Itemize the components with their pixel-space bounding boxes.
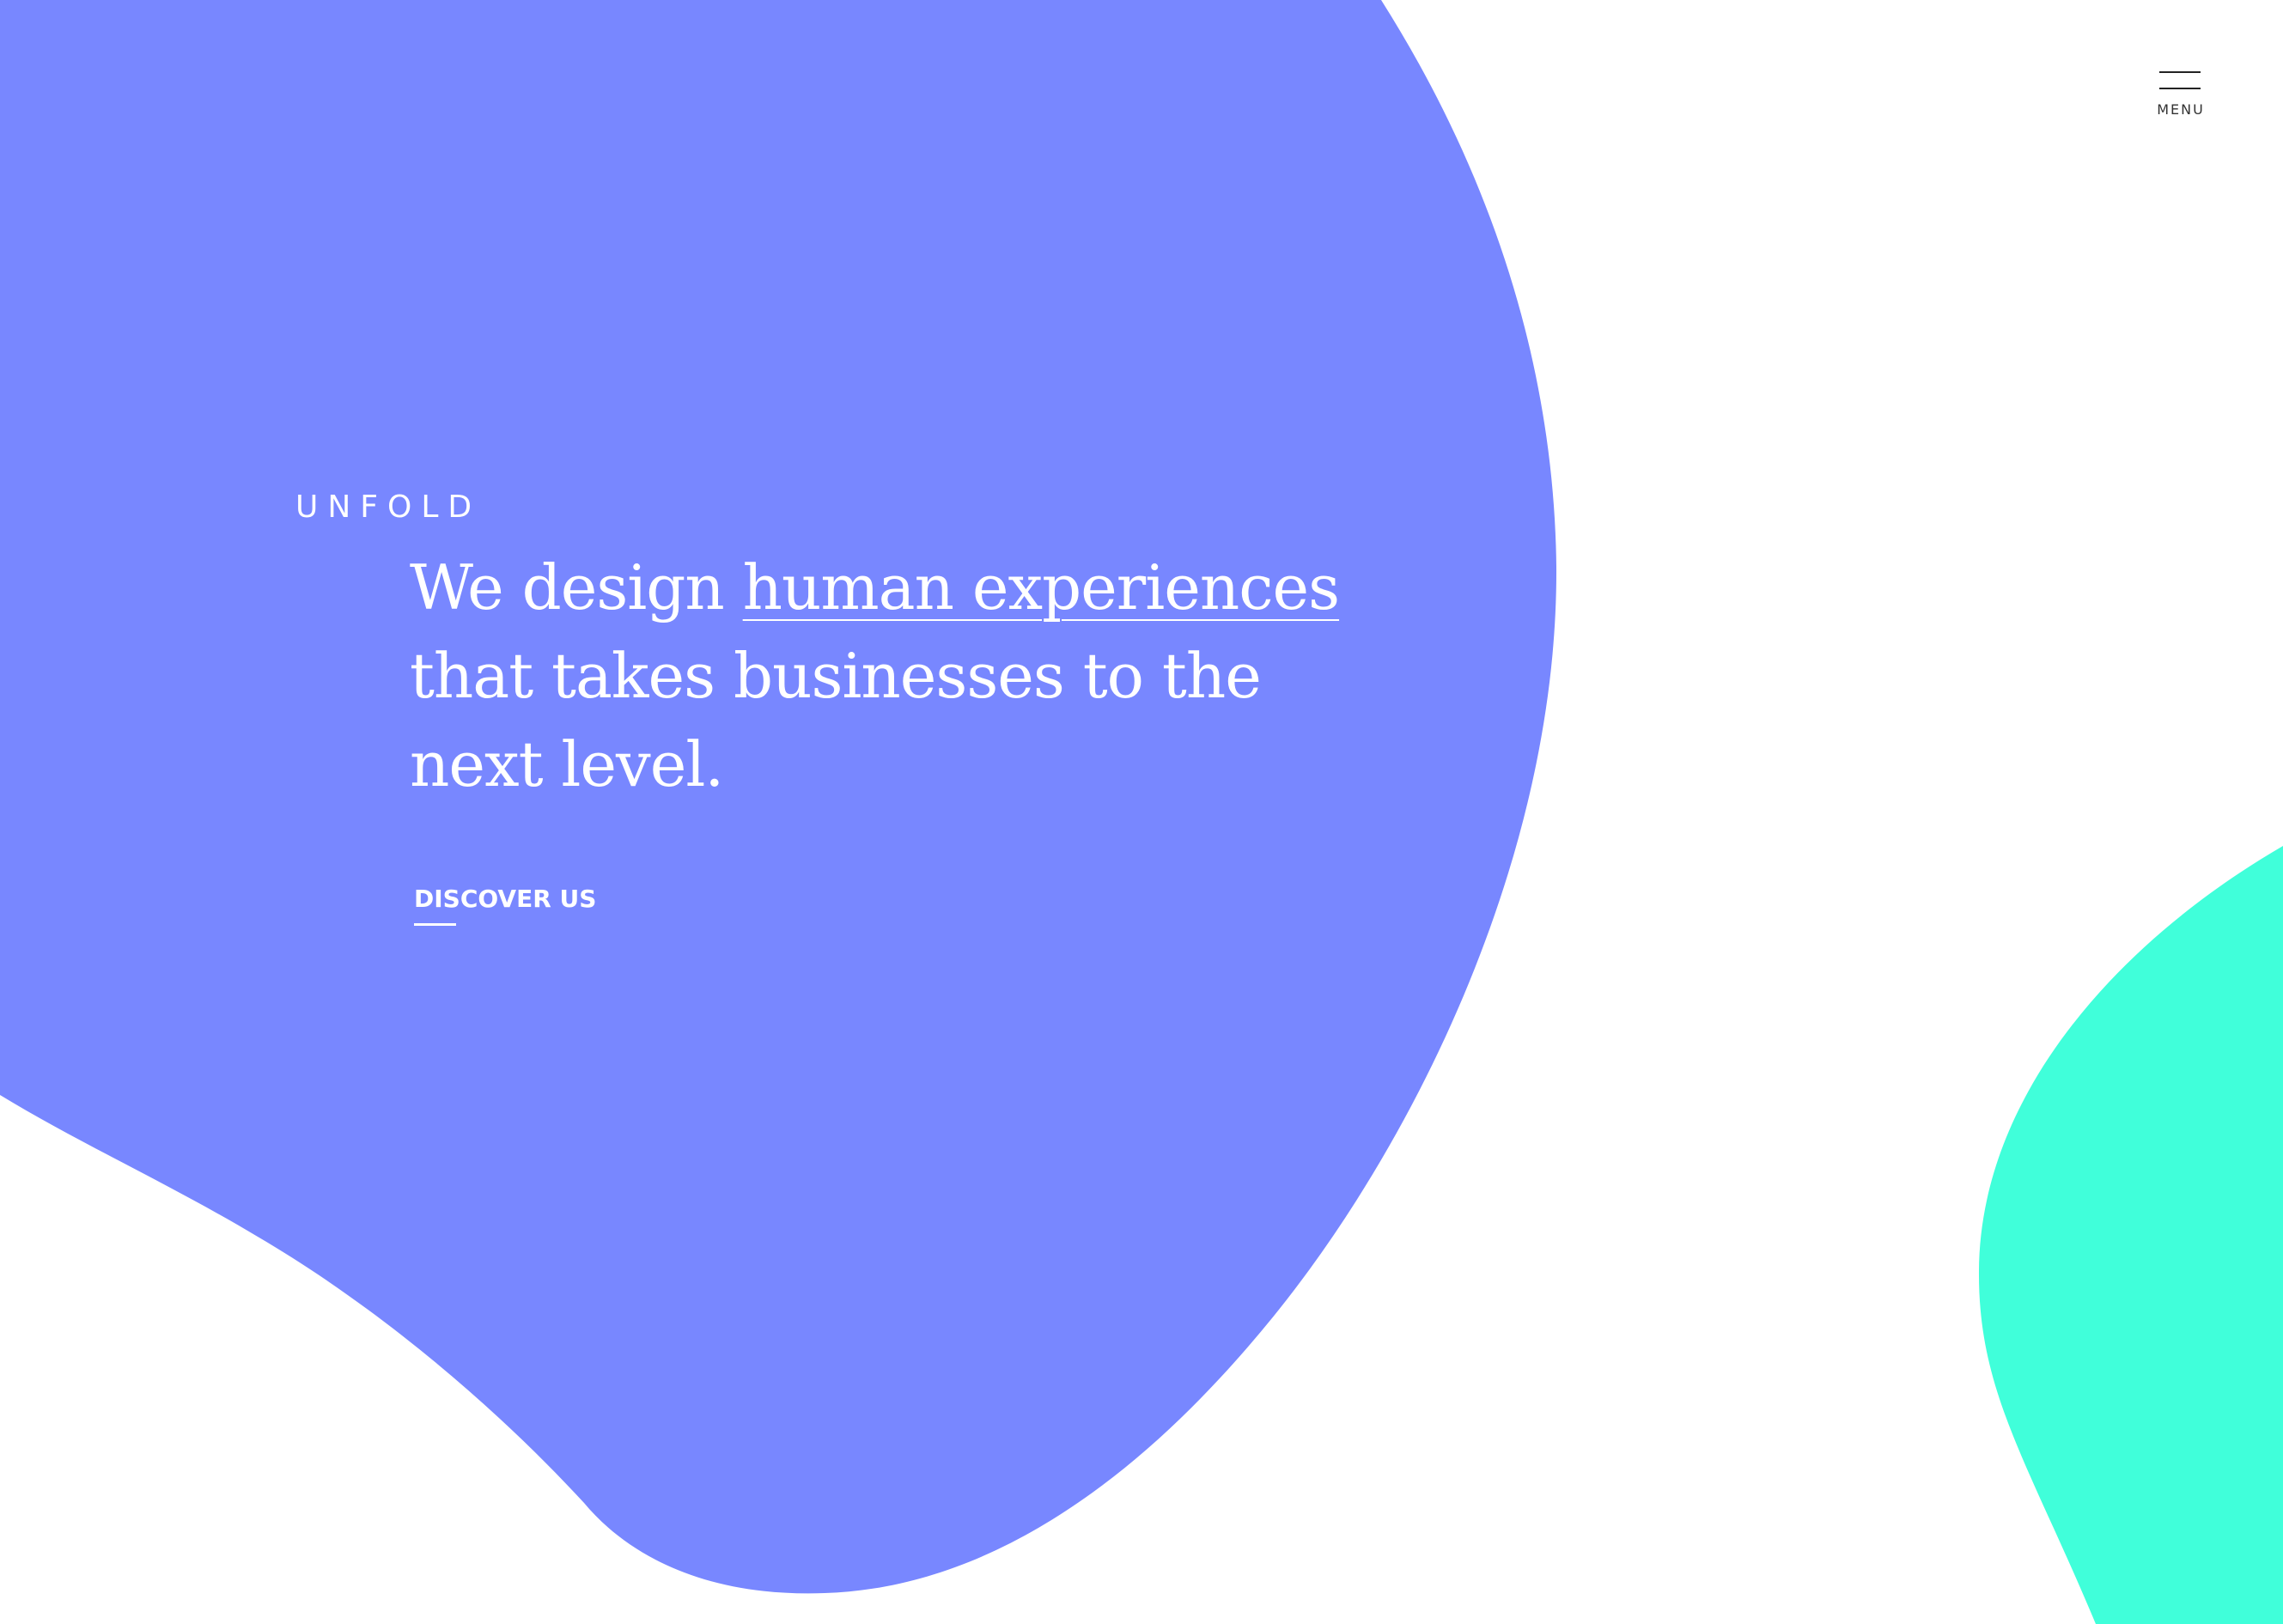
menu-icon-bottom-bar (2159, 88, 2201, 89)
hamburger-menu-icon[interactable] (2159, 69, 2201, 91)
background-shapes (0, 0, 2283, 1624)
headline-tail-text: that takes businesses to the next level. (410, 640, 1262, 800)
menu-button[interactable]: MENU (2156, 69, 2207, 125)
cta-underline-accent (414, 923, 456, 926)
headline-highlight-link[interactable]: human experiences (743, 551, 1340, 623)
menu-icon-top-bar (2159, 71, 2201, 73)
discover-us-button[interactable]: DISCOVER US (414, 885, 596, 913)
accent-blob-shape (1978, 846, 2283, 1624)
menu-label[interactable]: MENU (2156, 101, 2206, 118)
headline-lead-text: We design (410, 551, 743, 623)
brand-logo[interactable]: UNFOLD (295, 490, 481, 525)
hero-headline: We design human experiences that takes b… (410, 544, 1372, 809)
landing-page: MENU UNFOLD We design human experiences … (0, 0, 2283, 1624)
